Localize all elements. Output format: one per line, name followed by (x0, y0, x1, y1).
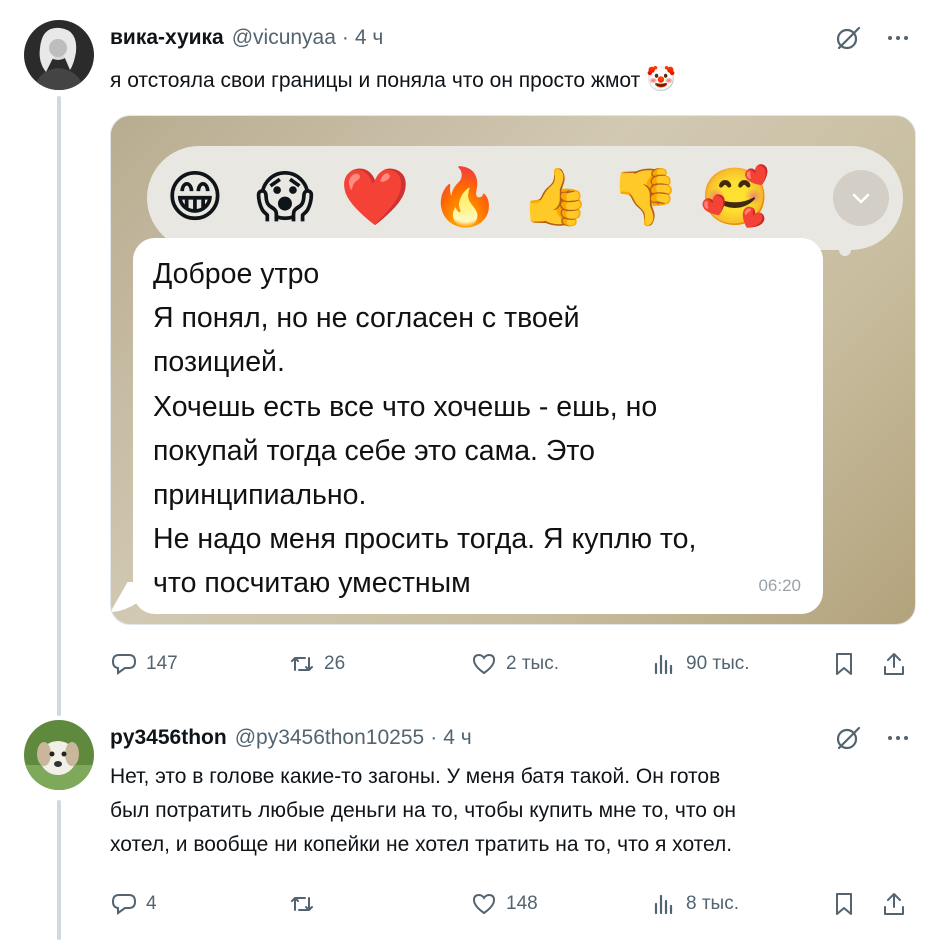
like-icon (472, 653, 496, 675)
share-button[interactable] (880, 646, 908, 682)
author-name[interactable]: вика-хуика (110, 26, 224, 50)
grok-icon[interactable] (834, 24, 862, 57)
bookmark-icon (836, 653, 852, 675)
reaction-fire-emoji: 🔥 (430, 165, 500, 230)
reaction-heart-emoji: ❤️ (340, 165, 410, 230)
separator-dot: · (341, 26, 349, 49)
reaction-thumbsdown-emoji: 👎 (610, 165, 680, 230)
views-icon (654, 654, 673, 675)
like-count: 148 (506, 893, 538, 914)
views-icon (654, 894, 673, 915)
clown-emoji: 🤡 (646, 65, 676, 93)
timestamp[interactable]: 4 ч (355, 26, 383, 50)
grok-icon[interactable] (834, 724, 862, 757)
tweet-text-line: был потратить любые деньги на то, чтобы … (110, 799, 737, 822)
author-handle[interactable]: @py3456thon10255 (235, 726, 424, 750)
author-handle[interactable]: @vicunyaa (232, 26, 336, 50)
tweet-reply[interactable]: py3456thon @py3456thon10255 · 4 ч Нет, э… (0, 716, 939, 938)
chat-message: Доброе утро Я понял, но не согласен с тв… (133, 238, 823, 614)
reaction-bar: 😁 😱 ❤️ 🔥 👍 👎 🥰 (147, 146, 903, 250)
share-button[interactable] (880, 886, 908, 922)
retweet-icon (291, 657, 313, 671)
reply-count: 147 (146, 653, 178, 674)
reaction-hearts-emoji: 🥰 (700, 165, 770, 230)
message-line: Не надо меня просить тогда. Я куплю то, (153, 523, 697, 556)
message-time: 06:20 (758, 576, 801, 595)
bubble-dot-small (839, 244, 851, 256)
tweet-text-line: Нет, это в голове какие-то загоны. У мен… (110, 765, 721, 788)
message-line: Доброе утро (153, 258, 320, 290)
retweet-icon (291, 897, 313, 911)
more-icon[interactable] (884, 724, 912, 757)
views-count: 90 тыс. (686, 653, 750, 674)
reply-icon (111, 654, 137, 675)
author-name[interactable]: py3456thon (110, 726, 227, 750)
views-count: 8 тыс. (686, 893, 739, 914)
avatar[interactable] (24, 720, 94, 790)
share-icon (884, 893, 904, 915)
message-line: что посчитаю уместным (153, 567, 471, 600)
tweet-main[interactable]: вика-хуика @vicunyaa · 4 ч я отстояла св… (0, 0, 939, 716)
more-icon[interactable] (884, 24, 912, 57)
like-count: 2 тыс. (506, 653, 559, 674)
tweet-text: я отстояла свои границы и поняла что он … (110, 69, 641, 92)
separator-dot: · (430, 726, 438, 749)
views-button[interactable]: 8 тыс. (650, 886, 739, 922)
message-line: Хочешь есть все что хочешь - ешь, но (153, 390, 658, 423)
message-line: принципиально. (153, 479, 367, 512)
media-image[interactable]: 😁 😱 ❤️ 🔥 👍 👎 🥰 Доброе утро Я понял, но н… (110, 115, 916, 625)
reaction-thumbsup-emoji: 👍 (520, 165, 590, 230)
views-button[interactable]: 90 тыс. (650, 646, 750, 682)
retweet-count: 26 (324, 653, 346, 674)
message-line: покупай тогда себе это сама. Это (153, 434, 595, 467)
retweet-button[interactable] (288, 886, 324, 922)
bookmark-button[interactable] (830, 886, 858, 922)
tweet-text-line: хотел, и вообще ни копейки не хотел трат… (110, 833, 733, 856)
retweet-button[interactable]: 26 (288, 646, 345, 682)
like-icon (472, 893, 496, 915)
chevron-down-icon (833, 170, 889, 226)
like-button[interactable]: 148 (470, 886, 538, 922)
share-icon (884, 653, 904, 675)
bookmark-button[interactable] (830, 646, 858, 682)
reply-icon (111, 894, 137, 915)
avatar[interactable] (24, 20, 94, 90)
message-line: позицией. (153, 346, 285, 379)
like-button[interactable]: 2 тыс. (470, 646, 559, 682)
timestamp[interactable]: 4 ч (443, 726, 471, 750)
reaction-scream-emoji: 😱 (255, 165, 315, 230)
reply-button[interactable]: 4 (110, 886, 157, 922)
reply-count: 4 (146, 893, 157, 914)
reply-button[interactable]: 147 (110, 646, 178, 682)
bookmark-icon (836, 893, 852, 915)
message-line: Я понял, но не согласен с твоей (153, 302, 580, 335)
reaction-grin-emoji: 😁 (165, 165, 225, 230)
